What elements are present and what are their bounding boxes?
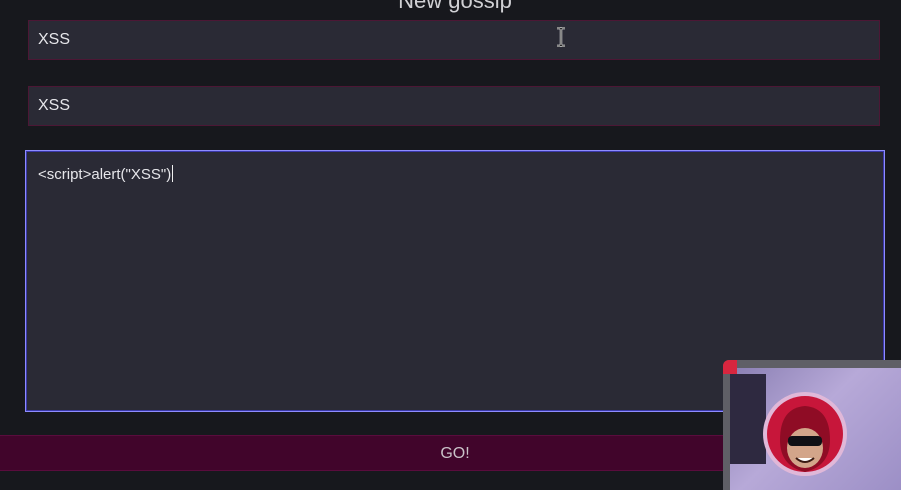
hooded-avatar-icon: [763, 392, 847, 476]
page-title: New gossip: [398, 0, 512, 13]
ibeam-cursor-icon: [557, 27, 565, 47]
webcam-feed: [730, 368, 901, 490]
gossip-form-page: New gossip XSS XSS <script>alert("XSS") …: [0, 0, 901, 490]
textarea-content: <script>alert("XSS"): [38, 166, 172, 183]
webcam-red-marker: [723, 360, 737, 374]
text-caret: [172, 165, 174, 182]
webcam-overlay: [723, 360, 901, 490]
title-input[interactable]: XSS: [28, 20, 880, 60]
author-input[interactable]: XSS: [28, 86, 880, 126]
